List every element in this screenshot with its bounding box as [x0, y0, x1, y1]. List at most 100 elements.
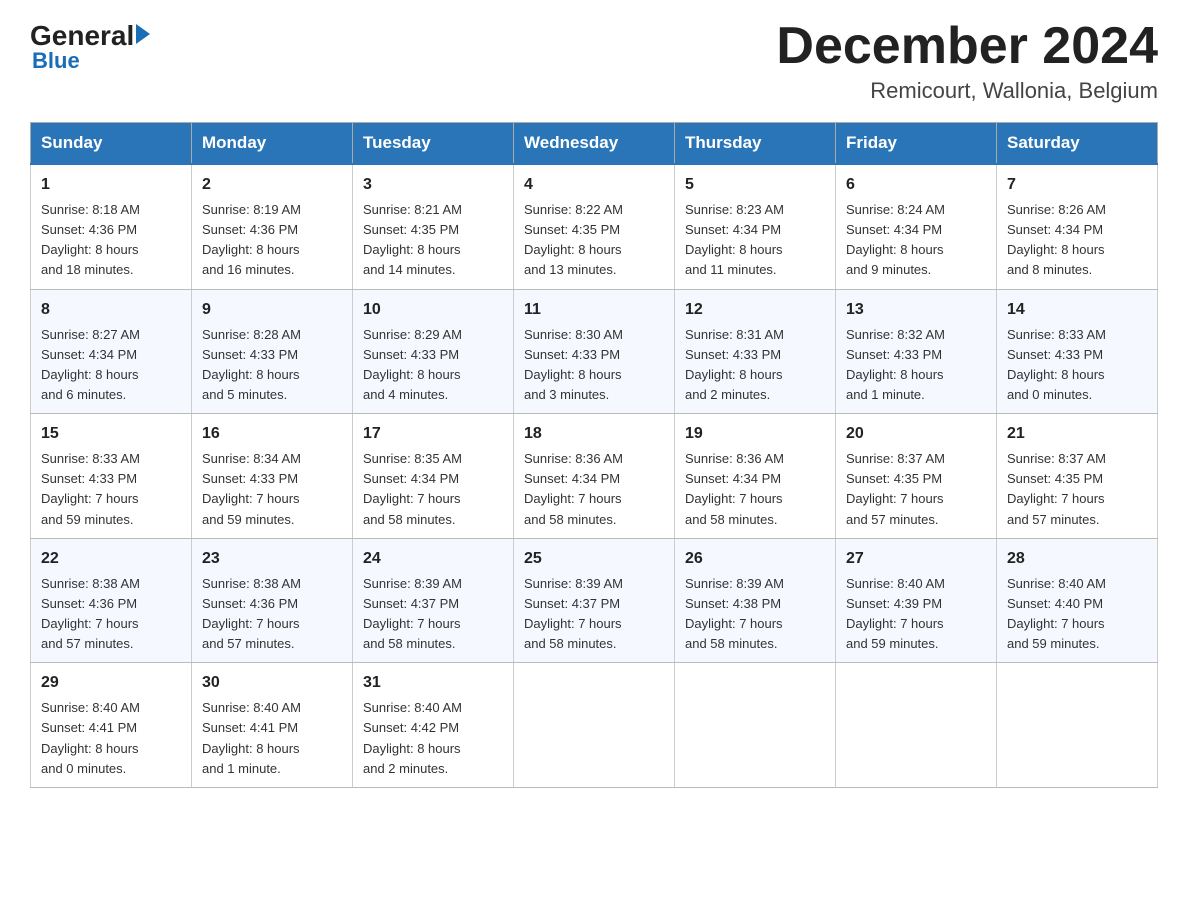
week-row-3: 15 Sunrise: 8:33 AMSunset: 4:33 PMDaylig… — [31, 414, 1158, 539]
day-number: 20 — [846, 422, 986, 446]
calendar-cell: 28 Sunrise: 8:40 AMSunset: 4:40 PMDaylig… — [997, 538, 1158, 663]
week-row-1: 1 Sunrise: 8:18 AMSunset: 4:36 PMDayligh… — [31, 164, 1158, 289]
calendar-cell: 14 Sunrise: 8:33 AMSunset: 4:33 PMDaylig… — [997, 289, 1158, 414]
calendar-cell: 25 Sunrise: 8:39 AMSunset: 4:37 PMDaylig… — [514, 538, 675, 663]
day-number: 17 — [363, 422, 503, 446]
col-wednesday: Wednesday — [514, 123, 675, 165]
day-info: Sunrise: 8:33 AMSunset: 4:33 PMDaylight:… — [41, 451, 140, 526]
day-info: Sunrise: 8:32 AMSunset: 4:33 PMDaylight:… — [846, 327, 945, 402]
day-info: Sunrise: 8:39 AMSunset: 4:38 PMDaylight:… — [685, 576, 784, 651]
day-number: 22 — [41, 547, 181, 571]
day-number: 2 — [202, 173, 342, 197]
month-title: December 2024 — [776, 20, 1158, 72]
calendar-cell: 23 Sunrise: 8:38 AMSunset: 4:36 PMDaylig… — [192, 538, 353, 663]
day-info: Sunrise: 8:40 AMSunset: 4:40 PMDaylight:… — [1007, 576, 1106, 651]
calendar-cell — [997, 663, 1158, 788]
title-area: December 2024 Remicourt, Wallonia, Belgi… — [776, 20, 1158, 104]
calendar-cell: 1 Sunrise: 8:18 AMSunset: 4:36 PMDayligh… — [31, 164, 192, 289]
day-info: Sunrise: 8:40 AMSunset: 4:39 PMDaylight:… — [846, 576, 945, 651]
calendar-cell: 19 Sunrise: 8:36 AMSunset: 4:34 PMDaylig… — [675, 414, 836, 539]
day-number: 10 — [363, 298, 503, 322]
day-info: Sunrise: 8:19 AMSunset: 4:36 PMDaylight:… — [202, 202, 301, 277]
calendar-cell: 5 Sunrise: 8:23 AMSunset: 4:34 PMDayligh… — [675, 164, 836, 289]
day-info: Sunrise: 8:37 AMSunset: 4:35 PMDaylight:… — [1007, 451, 1106, 526]
day-info: Sunrise: 8:24 AMSunset: 4:34 PMDaylight:… — [846, 202, 945, 277]
day-info: Sunrise: 8:40 AMSunset: 4:41 PMDaylight:… — [202, 700, 301, 775]
calendar-cell: 24 Sunrise: 8:39 AMSunset: 4:37 PMDaylig… — [353, 538, 514, 663]
day-number: 27 — [846, 547, 986, 571]
page-header: General Blue December 2024 Remicourt, Wa… — [30, 20, 1158, 104]
day-info: Sunrise: 8:34 AMSunset: 4:33 PMDaylight:… — [202, 451, 301, 526]
day-number: 25 — [524, 547, 664, 571]
calendar-cell — [514, 663, 675, 788]
day-info: Sunrise: 8:31 AMSunset: 4:33 PMDaylight:… — [685, 327, 784, 402]
col-friday: Friday — [836, 123, 997, 165]
day-info: Sunrise: 8:23 AMSunset: 4:34 PMDaylight:… — [685, 202, 784, 277]
day-info: Sunrise: 8:26 AMSunset: 4:34 PMDaylight:… — [1007, 202, 1106, 277]
col-thursday: Thursday — [675, 123, 836, 165]
day-info: Sunrise: 8:27 AMSunset: 4:34 PMDaylight:… — [41, 327, 140, 402]
day-number: 5 — [685, 173, 825, 197]
day-number: 11 — [524, 298, 664, 322]
day-number: 16 — [202, 422, 342, 446]
day-number: 6 — [846, 173, 986, 197]
day-number: 8 — [41, 298, 181, 322]
calendar-cell: 6 Sunrise: 8:24 AMSunset: 4:34 PMDayligh… — [836, 164, 997, 289]
day-info: Sunrise: 8:39 AMSunset: 4:37 PMDaylight:… — [524, 576, 623, 651]
calendar-cell: 26 Sunrise: 8:39 AMSunset: 4:38 PMDaylig… — [675, 538, 836, 663]
day-number: 19 — [685, 422, 825, 446]
calendar-cell: 29 Sunrise: 8:40 AMSunset: 4:41 PMDaylig… — [31, 663, 192, 788]
col-monday: Monday — [192, 123, 353, 165]
day-number: 23 — [202, 547, 342, 571]
day-info: Sunrise: 8:40 AMSunset: 4:42 PMDaylight:… — [363, 700, 462, 775]
calendar-cell: 21 Sunrise: 8:37 AMSunset: 4:35 PMDaylig… — [997, 414, 1158, 539]
week-row-4: 22 Sunrise: 8:38 AMSunset: 4:36 PMDaylig… — [31, 538, 1158, 663]
day-number: 14 — [1007, 298, 1147, 322]
calendar-cell: 8 Sunrise: 8:27 AMSunset: 4:34 PMDayligh… — [31, 289, 192, 414]
calendar-cell: 20 Sunrise: 8:37 AMSunset: 4:35 PMDaylig… — [836, 414, 997, 539]
day-info: Sunrise: 8:29 AMSunset: 4:33 PMDaylight:… — [363, 327, 462, 402]
col-sunday: Sunday — [31, 123, 192, 165]
day-info: Sunrise: 8:39 AMSunset: 4:37 PMDaylight:… — [363, 576, 462, 651]
logo-arrow-icon — [136, 24, 150, 44]
calendar-cell: 7 Sunrise: 8:26 AMSunset: 4:34 PMDayligh… — [997, 164, 1158, 289]
day-info: Sunrise: 8:30 AMSunset: 4:33 PMDaylight:… — [524, 327, 623, 402]
calendar-cell — [675, 663, 836, 788]
day-number: 9 — [202, 298, 342, 322]
day-number: 30 — [202, 671, 342, 695]
week-row-5: 29 Sunrise: 8:40 AMSunset: 4:41 PMDaylig… — [31, 663, 1158, 788]
calendar-cell: 22 Sunrise: 8:38 AMSunset: 4:36 PMDaylig… — [31, 538, 192, 663]
day-info: Sunrise: 8:38 AMSunset: 4:36 PMDaylight:… — [202, 576, 301, 651]
day-info: Sunrise: 8:36 AMSunset: 4:34 PMDaylight:… — [524, 451, 623, 526]
calendar-cell: 18 Sunrise: 8:36 AMSunset: 4:34 PMDaylig… — [514, 414, 675, 539]
day-number: 21 — [1007, 422, 1147, 446]
calendar-cell: 3 Sunrise: 8:21 AMSunset: 4:35 PMDayligh… — [353, 164, 514, 289]
day-info: Sunrise: 8:36 AMSunset: 4:34 PMDaylight:… — [685, 451, 784, 526]
calendar-cell: 4 Sunrise: 8:22 AMSunset: 4:35 PMDayligh… — [514, 164, 675, 289]
calendar-cell: 9 Sunrise: 8:28 AMSunset: 4:33 PMDayligh… — [192, 289, 353, 414]
day-info: Sunrise: 8:40 AMSunset: 4:41 PMDaylight:… — [41, 700, 140, 775]
calendar-header-row: Sunday Monday Tuesday Wednesday Thursday… — [31, 123, 1158, 165]
calendar-cell: 17 Sunrise: 8:35 AMSunset: 4:34 PMDaylig… — [353, 414, 514, 539]
calendar-cell: 27 Sunrise: 8:40 AMSunset: 4:39 PMDaylig… — [836, 538, 997, 663]
day-number: 7 — [1007, 173, 1147, 197]
logo-blue: Blue — [32, 48, 80, 74]
day-number: 18 — [524, 422, 664, 446]
calendar-cell: 2 Sunrise: 8:19 AMSunset: 4:36 PMDayligh… — [192, 164, 353, 289]
logo: General Blue — [30, 20, 150, 74]
day-number: 4 — [524, 173, 664, 197]
day-info: Sunrise: 8:21 AMSunset: 4:35 PMDaylight:… — [363, 202, 462, 277]
day-number: 29 — [41, 671, 181, 695]
day-info: Sunrise: 8:35 AMSunset: 4:34 PMDaylight:… — [363, 451, 462, 526]
day-number: 31 — [363, 671, 503, 695]
day-info: Sunrise: 8:18 AMSunset: 4:36 PMDaylight:… — [41, 202, 140, 277]
day-info: Sunrise: 8:28 AMSunset: 4:33 PMDaylight:… — [202, 327, 301, 402]
calendar-cell — [836, 663, 997, 788]
day-info: Sunrise: 8:33 AMSunset: 4:33 PMDaylight:… — [1007, 327, 1106, 402]
day-number: 1 — [41, 173, 181, 197]
col-tuesday: Tuesday — [353, 123, 514, 165]
day-number: 12 — [685, 298, 825, 322]
col-saturday: Saturday — [997, 123, 1158, 165]
calendar-cell: 30 Sunrise: 8:40 AMSunset: 4:41 PMDaylig… — [192, 663, 353, 788]
calendar-cell: 16 Sunrise: 8:34 AMSunset: 4:33 PMDaylig… — [192, 414, 353, 539]
